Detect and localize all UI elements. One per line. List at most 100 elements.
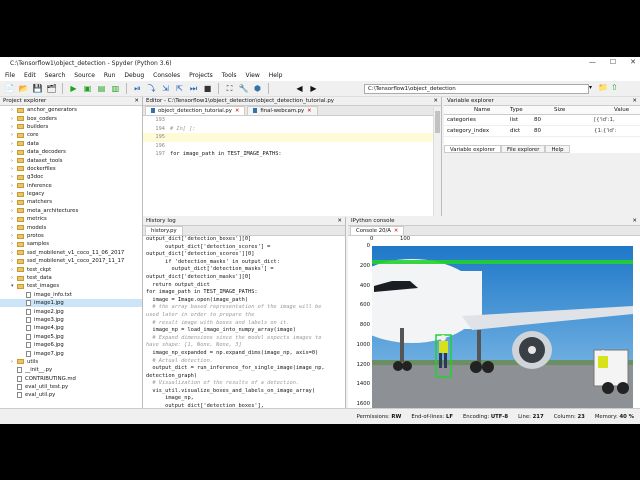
back-arrow-icon[interactable]: ◀ — [294, 83, 305, 94]
tree-item[interactable]: › models — [0, 223, 142, 231]
tree-item[interactable]: › box_coders — [0, 114, 142, 122]
menu-item-tools[interactable]: Tools — [222, 72, 237, 79]
maximize-pane-icon[interactable]: ⛶ — [224, 83, 235, 94]
step-return-icon[interactable]: ⇱ — [174, 83, 185, 94]
menu-item-debug[interactable]: Debug — [124, 72, 144, 79]
tree-item[interactable]: › anchor_generators — [0, 106, 142, 114]
tree-item[interactable]: › core — [0, 131, 142, 139]
tree-item[interactable]: image6.jpg — [0, 341, 142, 349]
run-cell-advance-icon[interactable]: ▤ — [96, 83, 107, 94]
tab-help[interactable]: Help — [545, 145, 570, 153]
tree-item[interactable]: › metrics — [0, 215, 142, 223]
step-into-icon[interactable]: ⇲ — [160, 83, 171, 94]
scrollbar-thumb[interactable] — [435, 111, 440, 133]
editor-code[interactable]: 193 194 # In[ ]: 195 196 197 for image_path in… — [143, 116, 441, 159]
continue-icon[interactable]: ⏭ — [188, 83, 199, 94]
close-pane-icon[interactable]: ✕ — [134, 97, 139, 106]
tree-item[interactable]: › test_ckpt — [0, 265, 142, 273]
tree-item[interactable]: › protos — [0, 232, 142, 240]
column-header-value[interactable]: Value — [594, 107, 640, 113]
folder-icon — [17, 275, 24, 281]
variable-row[interactable]: categories list 80 [{'id':1, — [444, 115, 640, 126]
close-tab-icon[interactable]: ✕ — [307, 108, 311, 114]
run-selection-icon[interactable]: ▥ — [110, 83, 121, 94]
close-tab-icon[interactable]: ✕ — [394, 228, 398, 234]
tree-item[interactable]: CONTRIBUTING.md — [0, 375, 142, 383]
menu-item-search[interactable]: Search — [45, 72, 66, 79]
minimize-button[interactable]: — — [589, 58, 596, 66]
tree-item[interactable]: › inference — [0, 182, 142, 190]
tree-item[interactable]: image5.jpg — [0, 333, 142, 341]
tree-item[interactable]: › matchers — [0, 198, 142, 206]
tree-item[interactable]: › g3doc — [0, 173, 142, 181]
tab-history-py[interactable]: history.py — [145, 226, 183, 235]
tree-item[interactable]: eval_util_test.py — [0, 383, 142, 391]
close-button[interactable]: ✕ — [630, 58, 636, 66]
tree-item[interactable]: › ssd_mobilenet_v1_coco_11_06_2017 — [0, 249, 142, 257]
tree-item[interactable]: image7.jpg — [0, 349, 142, 357]
preferences-icon[interactable]: 🔧 — [238, 83, 249, 94]
tree-item[interactable]: ▾ test_images — [0, 282, 142, 290]
debug-icon[interactable]: ⏯ — [132, 83, 143, 94]
close-pane-icon[interactable]: ✕ — [632, 97, 637, 106]
tree-item[interactable]: › test_data — [0, 274, 142, 282]
tree-item[interactable]: › meta_architectures — [0, 207, 142, 215]
menu-item-projects[interactable]: Projects — [189, 72, 213, 79]
tree-item[interactable]: › utils — [0, 358, 142, 366]
tree-item[interactable]: › data_decoders — [0, 148, 142, 156]
tree-item[interactable]: eval_util.py — [0, 391, 142, 399]
stop-debug-icon[interactable]: ■ — [202, 83, 213, 94]
tree-item[interactable]: › samples — [0, 240, 142, 248]
tree-item[interactable]: image4.jpg — [0, 324, 142, 332]
save-all-icon[interactable]: 🗂 — [46, 83, 57, 94]
menu-item-source[interactable]: Source — [74, 72, 95, 79]
tree-item[interactable]: › dataset_tools — [0, 156, 142, 164]
tree-item[interactable]: › legacy — [0, 190, 142, 198]
tree-item[interactable]: image2.jpg — [0, 307, 142, 315]
editor-tab[interactable]: object_detection_tutorial.py ✕ — [145, 106, 246, 115]
open-file-icon[interactable]: 📂 — [18, 83, 29, 94]
run-icon[interactable]: ▶ — [68, 83, 79, 94]
close-tab-icon[interactable]: ✕ — [235, 108, 239, 114]
variable-value: [{'id':1, — [594, 117, 615, 123]
tab-file-explorer[interactable]: File explorer — [501, 145, 546, 153]
tree-item[interactable]: image3.jpg — [0, 316, 142, 324]
menu-item-edit[interactable]: Edit — [24, 72, 36, 79]
browse-folder-icon[interactable]: 📁 — [598, 83, 608, 92]
close-pane-icon[interactable]: ✕ — [632, 217, 637, 226]
tree-item[interactable]: › builders — [0, 123, 142, 131]
menu-item-help[interactable]: Help — [269, 72, 283, 79]
step-icon[interactable]: ⤵ — [146, 83, 157, 94]
column-header-type[interactable]: Type — [510, 107, 534, 113]
tree-item[interactable]: › ssd_mobilenet_v1_coco_2017_11_17 — [0, 257, 142, 265]
tree-item[interactable]: image1.jpg — [0, 298, 142, 308]
tab-console[interactable]: Console 20/A ✕ — [350, 226, 405, 235]
editor-scrollbar[interactable] — [433, 107, 441, 216]
close-pane-icon[interactable]: ✕ — [337, 217, 342, 226]
chevron-down-icon[interactable]: ▾ — [589, 84, 592, 91]
tree-item[interactable]: › dockerfiles — [0, 165, 142, 173]
menu-item-run[interactable]: Run — [104, 72, 116, 79]
close-pane-icon[interactable]: ✕ — [433, 97, 438, 106]
working-directory-input[interactable]: C:\Tensorflow1\object_detection — [364, 84, 589, 94]
column-header-name[interactable]: Name — [444, 107, 510, 113]
tree-item[interactable]: image_info.txt — [0, 291, 142, 299]
save-icon[interactable]: 💾 — [32, 83, 43, 94]
forward-arrow-icon[interactable]: ▶ — [308, 83, 319, 94]
tree-item[interactable]: › data — [0, 140, 142, 148]
menu-item-view[interactable]: View — [246, 72, 260, 79]
menu-item-file[interactable]: File — [5, 72, 15, 79]
tree-item[interactable]: __init__.py — [0, 366, 142, 374]
parent-directory-icon[interactable]: ⇧ — [611, 83, 618, 92]
maximize-button[interactable]: ☐ — [610, 58, 616, 66]
pythonpath-icon[interactable]: ⬢ — [252, 83, 263, 94]
editor-tab[interactable]: final-webcam.py ✕ — [247, 106, 318, 115]
column-header-size[interactable]: Size — [534, 107, 594, 113]
run-cell-icon[interactable]: ▣ — [82, 83, 93, 94]
new-file-icon[interactable]: 📄 — [4, 83, 15, 94]
variable-row[interactable]: category_index dict 80 {1:{'id': — [444, 126, 640, 137]
history-line: if 'detection_masks' in output_dict: — [146, 258, 280, 265]
tab-variable-explorer[interactable]: Variable explorer — [444, 145, 502, 153]
menu-item-consoles[interactable]: Consoles — [153, 72, 180, 79]
file-icon — [26, 300, 31, 307]
